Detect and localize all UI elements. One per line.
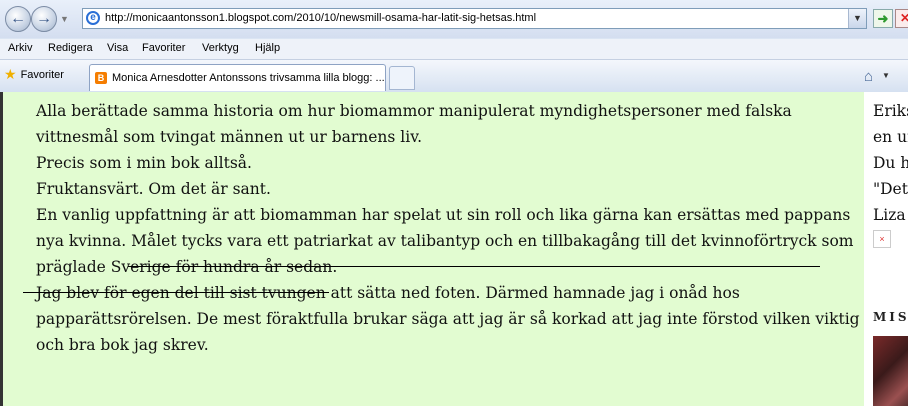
favorites-bar: ★ Favoriter B Monica Arnesdotter Antonsso… bbox=[0, 60, 908, 93]
history-dropdown-icon[interactable]: ▼ bbox=[60, 14, 69, 24]
back-button[interactable]: ← bbox=[5, 6, 31, 32]
post-line: Jag blev för egen del till sist tvungen … bbox=[36, 284, 740, 302]
blogger-icon: B bbox=[95, 72, 107, 84]
post-line: En vanlig uppfattning är att biomamman h… bbox=[36, 206, 851, 224]
post-line-start: nya kvinna. bbox=[36, 232, 127, 250]
favorites-button[interactable]: ★ Favoriter bbox=[4, 66, 64, 86]
broken-image-icon: × bbox=[873, 230, 891, 248]
sidebar-text: "Det bbox=[873, 180, 908, 198]
sidebar-text: Liza bbox=[873, 206, 906, 224]
menu-favoriter[interactable]: Favoriter bbox=[142, 42, 185, 54]
home-icon[interactable]: ⌂ bbox=[864, 68, 873, 85]
address-bar[interactable]: e http://monicaantonsson1.blogspot.com/2… bbox=[82, 8, 867, 29]
blog-post-area: Alla berättade samma historia om hur bio… bbox=[0, 92, 864, 406]
menu-verktyg[interactable]: Verktyg bbox=[202, 42, 239, 54]
post-line: Fruktansvärt. Om det är sant. bbox=[36, 180, 271, 198]
menu-visa[interactable]: Visa bbox=[107, 42, 128, 54]
sidebar-text: Eriks bbox=[873, 102, 908, 120]
tab-title: Monica Arnesdotter Antonssons trivsamma … bbox=[112, 72, 385, 84]
menu-hjalp[interactable]: Hjälp bbox=[255, 42, 280, 54]
address-dropdown-icon[interactable]: ▼ bbox=[848, 9, 866, 28]
tab-active[interactable]: B Monica Arnesdotter Antonssons trivsamm… bbox=[89, 64, 386, 91]
go-button[interactable]: ➜ bbox=[873, 9, 893, 28]
forward-button[interactable]: → bbox=[31, 6, 57, 32]
menu-bar: Arkiv Redigera Visa Favoriter Verktyg Hj… bbox=[0, 39, 908, 60]
home-dropdown-icon[interactable]: ▼ bbox=[882, 71, 890, 80]
sidebar-image[interactable] bbox=[873, 336, 908, 406]
post-line: vittnesmål som tvingat männen ut ur barn… bbox=[36, 128, 423, 146]
post-line: Alla berättade samma historia om hur bio… bbox=[36, 102, 792, 120]
post-line: Precis som i min bok alltså. bbox=[36, 154, 252, 172]
post-line: och bra bok jag skrev. bbox=[36, 336, 209, 354]
sidebar-text: Du h bbox=[873, 154, 908, 172]
post-line: papparättsrörelsen. De mest föraktfulla … bbox=[36, 310, 860, 328]
sidebar-text: en ur bbox=[873, 128, 908, 146]
url-text[interactable]: http://monicaantonsson1.blogspot.com/201… bbox=[105, 12, 536, 24]
browser-chrome: ← → ▼ e http://monicaantonsson1.blogspot… bbox=[0, 0, 908, 93]
post-line: nya kvinna. Målet tycks vara ett patriar… bbox=[36, 228, 854, 254]
star-icon: ★ bbox=[4, 66, 17, 82]
stop-button[interactable]: ✕ bbox=[895, 9, 908, 28]
favorites-label: Favoriter bbox=[20, 69, 64, 81]
menu-redigera[interactable]: Redigera bbox=[48, 42, 93, 54]
post-highlight: präglade Sverige för hundra år sedan. bbox=[36, 258, 338, 276]
new-tab-button[interactable] bbox=[389, 66, 415, 90]
navigation-bar: ← → ▼ e http://monicaantonsson1.blogspot… bbox=[0, 0, 908, 38]
sidebar-heading: MIS bbox=[873, 310, 908, 324]
blog-sidebar: Eriks en ur Du h "Det Liza × MIS bbox=[864, 92, 908, 406]
highlight-underline bbox=[128, 266, 820, 267]
highlight-underline bbox=[23, 292, 329, 293]
ie-page-icon: e bbox=[86, 11, 100, 25]
menu-arkiv[interactable]: Arkiv bbox=[8, 42, 32, 54]
post-highlight: Målet tycks vara ett patriarkat av talib… bbox=[131, 232, 854, 250]
